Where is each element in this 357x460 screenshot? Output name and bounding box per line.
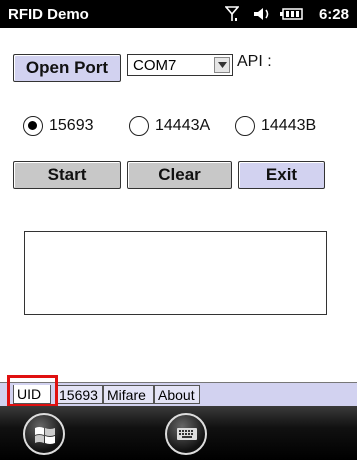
- clock: 6:28: [318, 6, 349, 23]
- radio-14443b[interactable]: 14443B: [235, 116, 335, 138]
- taskbar: [0, 406, 357, 460]
- radio-label: 14443A: [155, 117, 211, 134]
- tab-15693[interactable]: 15693: [55, 385, 103, 404]
- chevron-down-icon[interactable]: [214, 57, 230, 73]
- output-textbox[interactable]: [24, 231, 327, 315]
- radio-circle[interactable]: [129, 116, 149, 136]
- radio-14443a[interactable]: 14443A: [129, 116, 229, 138]
- radio-15693[interactable]: 15693: [23, 116, 113, 138]
- signal-icon: [224, 5, 240, 27]
- clear-button[interactable]: Clear: [127, 161, 232, 189]
- radio-circle[interactable]: [23, 116, 43, 136]
- status-bar: RFID Demo 6:28: [0, 0, 357, 28]
- radio-selected-dot: [28, 121, 37, 130]
- start-button[interactable]: Start: [13, 161, 121, 189]
- tab-about[interactable]: About: [154, 385, 200, 404]
- port-select-value: COM7: [133, 57, 177, 74]
- tab-mifare[interactable]: Mifare: [103, 385, 154, 404]
- radio-label: 14443B: [261, 117, 317, 134]
- main-panel: Open Port COM7 API : 15693 14443A 14443B…: [0, 28, 357, 382]
- volume-icon: [252, 5, 274, 27]
- tab-highlight-box: [7, 375, 58, 407]
- app-title: RFID Demo: [8, 6, 89, 23]
- open-port-button[interactable]: Open Port: [13, 54, 121, 82]
- windows-start-icon[interactable]: [23, 413, 65, 455]
- keyboard-icon[interactable]: [165, 413, 207, 455]
- port-select[interactable]: COM7: [127, 54, 233, 76]
- exit-button[interactable]: Exit: [238, 161, 325, 189]
- radio-label: 15693: [49, 117, 94, 134]
- api-label: API :: [237, 53, 272, 70]
- battery-icon: [280, 5, 304, 27]
- radio-circle[interactable]: [235, 116, 255, 136]
